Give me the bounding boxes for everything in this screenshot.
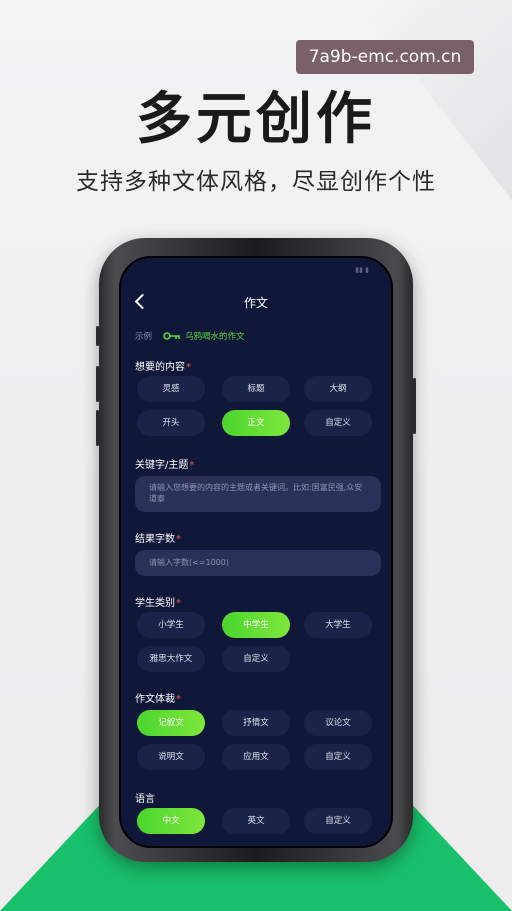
genre-label-text: 作文体裁	[135, 694, 175, 705]
headline: 多元创作	[136, 87, 376, 152]
content-option-body[interactable]: 正文	[222, 410, 290, 436]
example-label: 示例	[135, 332, 153, 342]
phone-side-button	[96, 410, 99, 446]
genre-option-practical[interactable]: 应用文	[222, 744, 290, 770]
genre-option-narrative[interactable]: 记叙文	[137, 710, 205, 736]
status-bar: ▮▮ ▮	[355, 266, 369, 274]
phone-power-button	[413, 378, 416, 434]
word-count-label-text: 结果字数	[135, 534, 175, 545]
content-label: 想要的内容*	[135, 358, 191, 373]
student-label: 学生类别*	[135, 594, 181, 609]
language-option-english[interactable]: 英文	[222, 808, 290, 834]
page-title: 作文	[243, 296, 268, 310]
language-option-chinese[interactable]: 中文	[137, 808, 205, 834]
content-option-inspiration[interactable]: 灵感	[137, 376, 205, 402]
language-label-text: 语言	[135, 794, 155, 805]
watermark: 7a9b-emc.com.cn	[296, 40, 474, 74]
student-option-college[interactable]: 大学生	[304, 612, 372, 638]
genre-option-expository[interactable]: 说明文	[137, 744, 205, 770]
content-option-outline[interactable]: 大纲	[304, 376, 372, 402]
keywords-label-text: 关键字/主题	[135, 460, 189, 471]
content-option-title[interactable]: 标题	[222, 376, 290, 402]
required-mark: *	[176, 534, 181, 545]
word-count-label: 结果字数*	[135, 530, 181, 545]
language-option-custom[interactable]: 自定义	[304, 808, 372, 834]
genre-option-custom[interactable]: 自定义	[304, 744, 372, 770]
example-link[interactable]: 乌鸦喝水的作文	[185, 330, 245, 342]
keywords-label: 关键字/主题*	[135, 456, 194, 471]
language-label: 语言	[135, 790, 155, 805]
genre-label: 作文体裁*	[135, 690, 181, 705]
student-option-custom[interactable]: 自定义	[222, 646, 290, 672]
subline: 支持多种文体风格，尽显创作个性	[76, 169, 436, 195]
word-count-input[interactable]: 请输入字数(<=1000)	[135, 550, 381, 576]
student-option-primary[interactable]: 小学生	[137, 612, 205, 638]
student-option-ielts[interactable]: 雅思大作文	[137, 646, 205, 672]
required-mark: *	[176, 694, 181, 705]
required-mark: *	[189, 460, 195, 471]
nav-bar: 作文	[121, 292, 391, 316]
content-option-opening[interactable]: 开头	[137, 410, 205, 436]
genre-option-lyric[interactable]: 抒情文	[222, 710, 290, 736]
student-label-text: 学生类别	[135, 598, 175, 609]
keywords-input[interactable]: 请输入您想要的内容的主题或者关键词。比如:国富民强,众安道泰	[135, 476, 381, 512]
app-screen: ▮▮ ▮ 作文 示例 乌鸦喝水的作文 想要的内容* 灵感 标题 大纲 开头 正文…	[119, 256, 393, 848]
student-option-middle[interactable]: 中学生	[222, 612, 290, 638]
phone-frame: ▮▮ ▮ 作文 示例 乌鸦喝水的作文 想要的内容* 灵感 标题 大纲 开头 正文…	[96, 238, 416, 862]
required-mark: *	[186, 362, 191, 373]
required-mark: *	[176, 598, 181, 609]
genre-option-argumentative[interactable]: 议论文	[304, 710, 372, 736]
phone-side-button	[96, 366, 99, 402]
content-label-text: 想要的内容	[135, 362, 185, 373]
phone-side-button	[96, 326, 99, 346]
key-icon	[163, 332, 180, 340]
content-option-custom[interactable]: 自定义	[304, 410, 372, 436]
